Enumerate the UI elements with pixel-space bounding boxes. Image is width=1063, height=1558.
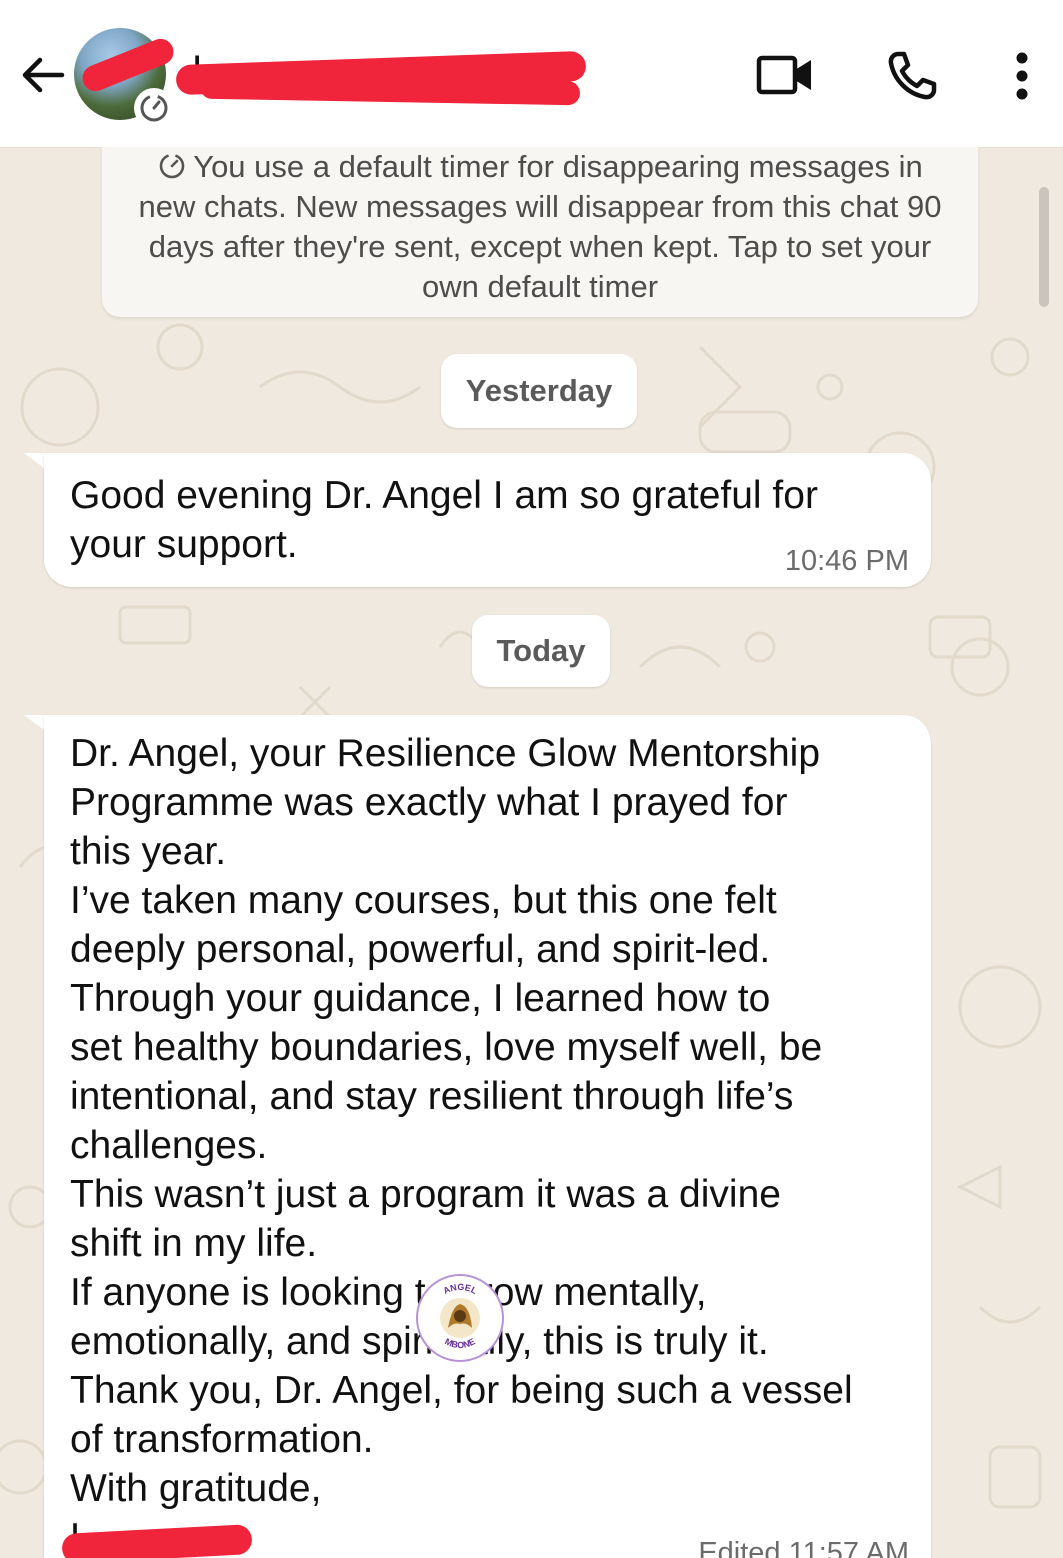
logo-stamp: ANGEL MBONE: [416, 1274, 504, 1362]
more-vertical-icon[interactable]: [1008, 50, 1036, 102]
message-time: 10:46 PM: [784, 545, 909, 577]
incoming-message[interactable]: Good evening Dr. Angel I am so grateful …: [44, 453, 931, 587]
message-time: Edited 11:57 AM: [698, 1537, 909, 1558]
date-label: Yesterday: [465, 373, 613, 408]
chat-header: L: [0, 0, 1063, 148]
svg-text:MBONE: MBONE: [443, 1336, 477, 1350]
message-text: Good evening Dr. Angel I am so grateful …: [70, 474, 818, 566]
logo-top-text: ANGEL: [442, 1282, 480, 1296]
disappearing-timer-icon: [134, 88, 174, 128]
timer-icon: [159, 153, 185, 179]
scrollbar[interactable]: [1039, 187, 1049, 307]
phone-icon[interactable]: [886, 50, 938, 102]
date-label: Today: [496, 633, 586, 668]
date-divider-yesterday: Yesterday: [441, 354, 637, 428]
disappearing-messages-notice[interactable]: You use a default timer for disappearing…: [102, 147, 978, 317]
logo-bottom-text: MBONE: [443, 1336, 477, 1350]
notice-text: You use a default timer for disappearing…: [138, 149, 942, 304]
arrow-left-icon[interactable]: [18, 50, 68, 100]
date-divider-today: Today: [472, 615, 610, 687]
video-camera-icon[interactable]: [756, 52, 814, 98]
message-text: Dr. Angel, your Resilience Glow Mentorsh…: [70, 732, 853, 1510]
incoming-message[interactable]: Dr. Angel, your Resilience Glow Mentorsh…: [44, 715, 931, 1558]
chat-area[interactable]: You use a default timer for disappearing…: [0, 147, 1063, 1558]
svg-text:ANGEL: ANGEL: [442, 1282, 480, 1296]
